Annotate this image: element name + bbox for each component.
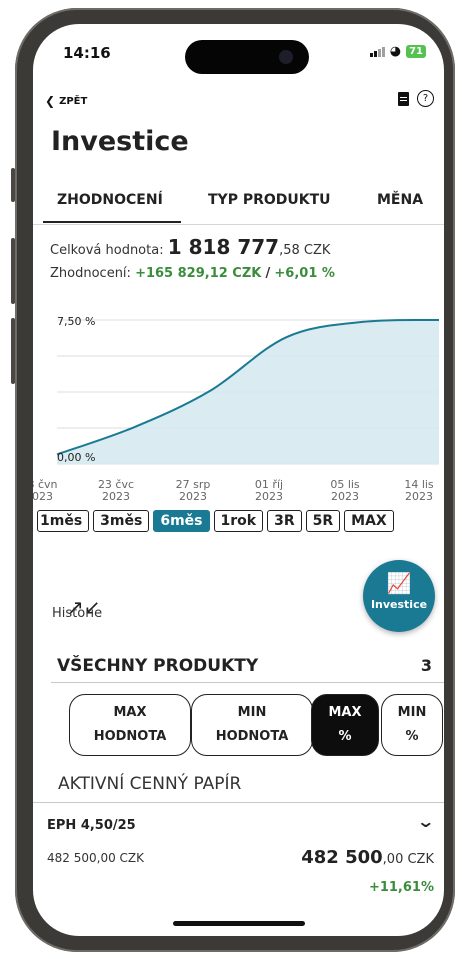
period-1mes[interactable]: 1měs [37, 510, 90, 532]
volume-up-button [11, 238, 15, 304]
wifi-icon: ◕ [389, 44, 402, 59]
sort-line1: MAX [113, 705, 147, 720]
sort-line2: HODNOTA [93, 729, 167, 744]
period-3mes[interactable]: 3měs [93, 510, 150, 532]
app-screen: 14:16 ◕ 71 ❮ ZPĚT ? Investice ZHODNOCENÍ… [33, 24, 444, 936]
item-percent: +11,61% [368, 880, 434, 895]
total-value: Celková hodnota: 1 818 777,58 CZK [50, 235, 330, 259]
gain-value: Zhodnocení: +165 829,12 CZK / +6,01 % [50, 266, 335, 281]
page-title: Investice [51, 126, 189, 157]
chevron-down-icon[interactable]: ⌄ [416, 812, 435, 831]
total-main: 1 818 777 [167, 235, 280, 259]
tab-bar: ZHODNOCENÍ TYP PRODUKTU MĚNA [33, 192, 444, 225]
divider [51, 682, 444, 683]
y-tick-label: 0,00 % [57, 451, 95, 464]
chevron-left-icon: ❮ [45, 94, 56, 108]
x-tick-year: 2023 [102, 490, 130, 503]
divider [33, 802, 444, 803]
y-tick-label: 7,50 % [57, 315, 95, 328]
item-value-main: 482 500 [301, 847, 383, 868]
investice-label: Investice [370, 598, 428, 611]
gain-separator: / [265, 266, 271, 281]
camera [279, 50, 293, 64]
status-time: 14:16 [63, 44, 111, 62]
gain-amount: +165 829,12 CZK [135, 266, 262, 281]
section-subheading: AKTIVNÍ CENNÝ PAPÍR [58, 774, 242, 794]
period-5r[interactable]: 5R [305, 510, 341, 532]
status-icons: ◕ 71 [369, 44, 426, 59]
sort-min-percent[interactable]: MIN % [381, 694, 443, 756]
sort-line1: MIN [237, 705, 267, 720]
volume-down-button [11, 318, 15, 384]
item-value-decimal: ,00 CZK [382, 852, 434, 867]
item-name[interactable]: EPH 4,50/25 [47, 818, 136, 833]
performance-chart[interactable]: 7,50 %0,00 %18 čvn202323 čvc202327 srp20… [33, 290, 444, 510]
products-title: VŠECHNY PRODUKTY [57, 656, 259, 676]
x-tick-year: 2023 [255, 490, 283, 503]
sort-line1: MAX [328, 705, 362, 720]
gain-label: Zhodnocení: [50, 266, 131, 281]
sort-line1: MIN [397, 705, 427, 720]
x-tick-year: 2023 [331, 490, 359, 503]
history-label[interactable]: Historie [52, 606, 102, 621]
x-tick-year: 2023 [405, 490, 433, 503]
battery-icon: 71 [406, 45, 426, 58]
period-1rok[interactable]: 1rok [213, 510, 264, 532]
tab-zhodnoceni[interactable]: ZHODNOCENÍ [43, 192, 181, 223]
sort-max-percent[interactable]: MAX % [311, 694, 379, 756]
x-tick-year: 2023 [179, 490, 207, 503]
period-6mes[interactable]: 6měs [153, 510, 210, 532]
back-button[interactable]: ❮ ZPĚT [45, 94, 87, 108]
total-label: Celková hodnota: [50, 243, 164, 258]
sort-line2: % [405, 729, 419, 744]
investice-button[interactable]: 📈 Investice [363, 560, 435, 632]
sort-min-hodnota[interactable]: MIN HODNOTA [191, 694, 313, 756]
tab-mena[interactable]: MĚNA [377, 192, 423, 208]
dynamic-island [185, 40, 309, 74]
x-tick-year: 2023 [33, 490, 53, 503]
side-button [11, 168, 15, 202]
gain-percent: +6,01 % [274, 266, 335, 281]
period-3r[interactable]: 3R [267, 510, 302, 532]
period-selector: 1měs 3měs 6měs 1rok 3R 5R MAX [37, 510, 394, 532]
document-icon[interactable] [398, 91, 409, 106]
total-decimal: ,58 CZK [279, 243, 331, 258]
back-label: ZPĚT [59, 95, 88, 107]
products-count: 3 [420, 656, 432, 675]
period-max[interactable]: MAX [344, 510, 394, 532]
home-indicator[interactable] [173, 921, 305, 926]
help-icon[interactable]: ? [417, 90, 434, 107]
header-actions: ? [398, 90, 434, 107]
sort-line2: % [338, 729, 352, 744]
tab-typ-produktu[interactable]: TYP PRODUKTU [208, 192, 331, 208]
item-value: 482 500,00 CZK [301, 847, 434, 868]
sort-max-hodnota[interactable]: MAX HODNOTA [69, 694, 191, 756]
chart-up-icon: 📈 [386, 571, 412, 595]
item-amount: 482 500,00 CZK [47, 851, 144, 865]
sort-line2: HODNOTA [215, 729, 289, 744]
signal-icon [369, 46, 385, 57]
